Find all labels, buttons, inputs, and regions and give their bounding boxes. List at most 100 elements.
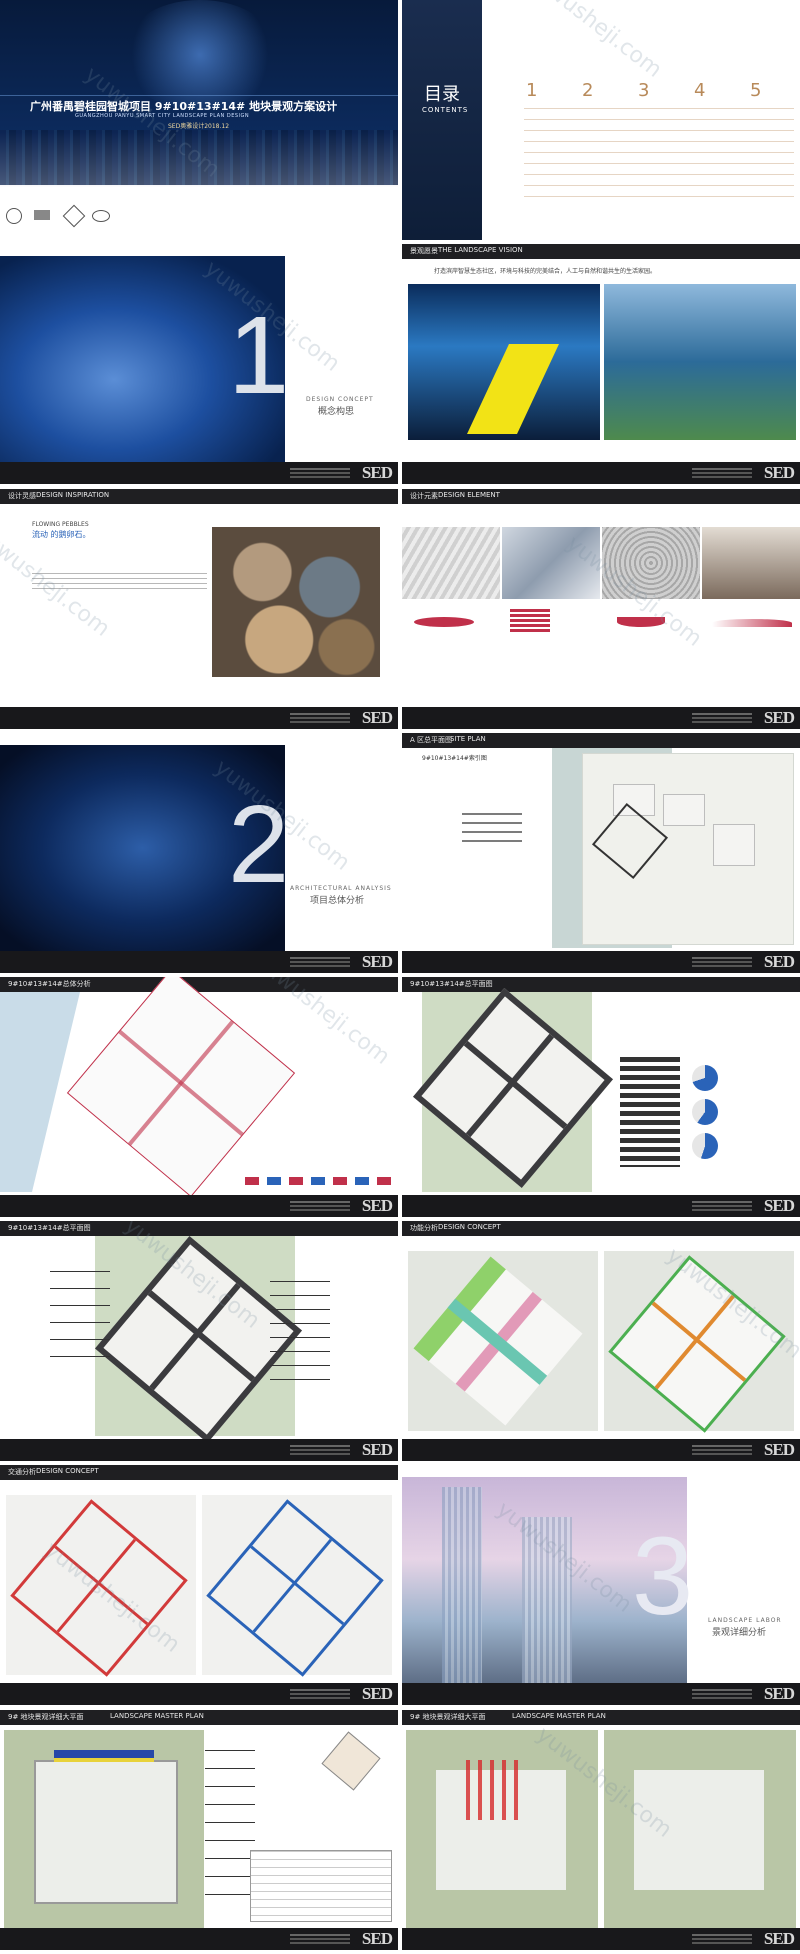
footer-bar: SED — [402, 707, 800, 729]
callout-lines — [205, 1750, 255, 1900]
area-table — [250, 1850, 392, 1922]
header-label-en: DESIGN INSPIRATION — [36, 491, 110, 499]
harbour-image — [604, 284, 796, 440]
header-bar: 功能分析 DESIGN CONCEPT — [402, 1221, 800, 1236]
section-title-en: LANDSCAPE LABOR — [708, 1617, 782, 1624]
pie-chart-2 — [692, 1099, 718, 1125]
footer-bar: SED — [0, 951, 398, 973]
header-bar: 9# 地块景观详细大平面 LANDSCAPE MASTER PLAN — [0, 1710, 398, 1725]
traffic-map-blue — [202, 1495, 392, 1677]
detail-map-1 — [406, 1730, 598, 1930]
cityscape-graphic — [0, 130, 398, 185]
header-bar: 9#10#13#14#总体分析 — [0, 977, 398, 992]
section-title-cn: 概念构思 — [318, 407, 355, 417]
section-number: 3 — [632, 1515, 694, 1638]
sed-logo: SED — [361, 1929, 393, 1948]
header-bar: 9# 地块景观详细大平面 LANDSCAPE MASTER PLAN — [402, 1710, 800, 1725]
key-plan — [321, 1731, 381, 1791]
contents-title-en: CONTENTS — [422, 106, 469, 114]
texture-3 — [602, 527, 700, 599]
section-title-cn: 项目总体分析 — [310, 896, 365, 906]
callout-lines-right — [270, 1281, 330, 1381]
element-curve — [617, 617, 665, 627]
section-title-en: DESIGN CONCEPT — [306, 396, 374, 403]
footer-bar: SED — [402, 1683, 800, 1705]
site-plan-map — [582, 753, 794, 945]
header-label: 设计灵感 — [8, 492, 36, 500]
site-plan-a-slide: A 区总平面图 SITE PLAN 9#10#13#14#索引图 SED — [402, 733, 800, 973]
pie-chart-1 — [692, 1065, 718, 1091]
pie-chart-3 — [692, 1133, 718, 1159]
header-label-en: DESIGN ELEMENT — [438, 491, 500, 499]
footer-bar: SED — [0, 1195, 398, 1217]
section-number: 1 — [228, 294, 290, 417]
traffic-analysis-slide: 交通分析 DESIGN CONCEPT SED yuwusheji.com — [0, 1465, 398, 1705]
pebbles-image — [212, 527, 380, 677]
header-label: 设计元素 — [410, 492, 438, 500]
element-wave — [712, 619, 792, 627]
sed-logo: SED — [763, 1440, 795, 1459]
detail-map-2 — [604, 1730, 796, 1930]
contents-number-2: 2 — [582, 80, 594, 101]
traffic-map-red — [6, 1495, 196, 1677]
partner-logos — [6, 204, 116, 228]
analysis-legend — [245, 1177, 395, 1185]
design-element-slide: 设计元素 DESIGN ELEMENT SED yuwusheji.com — [402, 489, 800, 729]
section-3-slide: 3 LANDSCAPE LABOR 景观详细分析 SED yuwusheji.c… — [402, 1465, 800, 1705]
header-label-en: DESIGN CONCEPT — [36, 1467, 99, 1475]
footer-bar: SED — [402, 462, 800, 484]
func-map-1 — [408, 1251, 598, 1431]
vision-heading: 打造滨岸智慧生态社区，环境与科技的完美结合，人工与自然和谐共生的生活家园。 — [434, 268, 657, 275]
waterfall-image — [408, 284, 600, 440]
contents-number-5: 5 — [750, 80, 762, 101]
stats-table — [620, 1057, 680, 1167]
sed-logo: SED — [361, 952, 393, 971]
section-title-en: ARCHITECTURAL ANALYSIS — [290, 885, 392, 892]
inspiration-paragraph — [32, 573, 207, 593]
inspiration-en: FLOWING PEBBLES — [32, 521, 89, 528]
watermark: yuwusheji.com — [521, 0, 667, 83]
contents-item-lines — [524, 108, 794, 198]
callout-lines-left — [50, 1271, 110, 1361]
contents-slide: 目录 CONTENTS 1 2 3 4 5 yuwusheji.com — [402, 0, 800, 240]
header-bar: 设计元素 DESIGN ELEMENT — [402, 489, 800, 504]
func-map-2 — [604, 1251, 794, 1433]
header-label: 9#10#13#14#总平面图 — [410, 980, 493, 988]
inspiration-slide: 设计灵感 DESIGN INSPIRATION FLOWING PEBBLES 流… — [0, 489, 398, 729]
sed-logo: SED — [763, 463, 795, 482]
section-number: 2 — [228, 783, 290, 906]
cover-date: SED奥雅设计2018.12 — [168, 123, 230, 130]
texture-1 — [402, 527, 500, 599]
header-label: 景观愿景 — [410, 247, 438, 255]
sed-logo: SED — [361, 1196, 393, 1215]
inspiration-cn: 流动 的鹅卵石。 — [32, 530, 91, 539]
header-bar: A 区总平面图 SITE PLAN — [402, 733, 800, 748]
sed-logo: SED — [361, 463, 393, 482]
cover-subtitle: GUANGZHOU PANYU SMART CITY LANDSCAPE PLA… — [75, 113, 250, 119]
plan-labels — [462, 813, 522, 849]
contents-title-cn: 目录 — [424, 84, 460, 105]
header-sub: LANDSCAPE MASTER PLAN — [512, 1712, 606, 1720]
header-label: 9#10#13#14#总体分析 — [8, 980, 91, 988]
header-bar: 9#10#13#14#总平面图 — [402, 977, 800, 992]
element-stripes — [510, 609, 550, 633]
header-label: 功能分析 — [410, 1224, 438, 1232]
header-bar: 景观愿景 THE LANDSCAPE VISION — [402, 244, 800, 259]
cover-slide: 广州番禺碧桂园智城项目 9#10#13#14# 地块景观方案设计 GUANGZH… — [0, 0, 398, 240]
footer-bar: SED — [0, 707, 398, 729]
sed-logo: SED — [763, 1196, 795, 1215]
header-bar: 9#10#13#14#总平面图 — [0, 1221, 398, 1236]
contents-number-1: 1 — [526, 80, 538, 101]
analysis-plan — [66, 977, 296, 1198]
sed-logo: SED — [763, 952, 795, 971]
detail-plan-2-slide: 9# 地块景观详细大平面 LANDSCAPE MASTER PLAN SED yu… — [402, 1710, 800, 1950]
section-2-slide: 2 ARCHITECTURAL ANALYSIS 项目总体分析 SED yuwu… — [0, 733, 398, 973]
footer-bar: SED — [0, 1928, 398, 1950]
footer-bar: SED — [0, 1683, 398, 1705]
footer-bar: SED — [402, 1195, 800, 1217]
footer-bar: SED — [0, 462, 398, 484]
contents-panel — [402, 0, 482, 240]
labelled-plan-slide: 9#10#13#14#总平面图 SED yuwusheji.com — [0, 1221, 398, 1461]
header-label: 9# 地块景观详细大平面 — [410, 1713, 486, 1721]
header-bar: 设计灵感 DESIGN INSPIRATION — [0, 489, 398, 504]
